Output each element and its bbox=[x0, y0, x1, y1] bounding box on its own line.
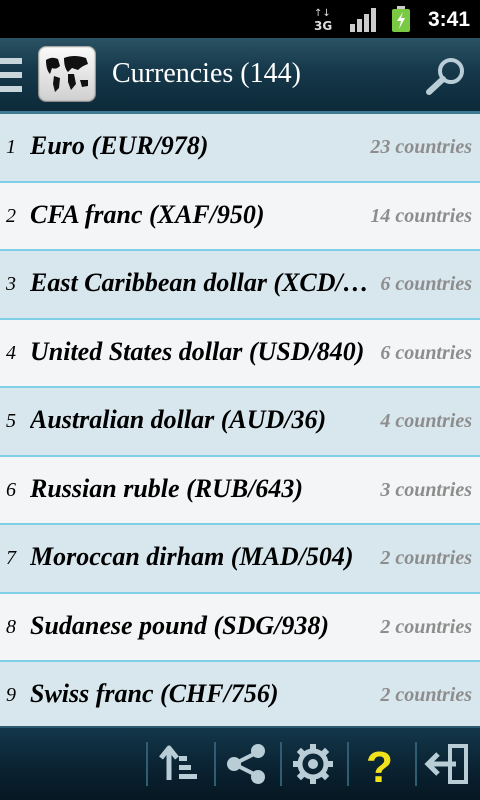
country-count: 2 countries bbox=[380, 615, 472, 638]
list-item[interactable]: 9 Swiss franc (CHF/756) 2 countries bbox=[0, 662, 480, 726]
exit-icon[interactable] bbox=[424, 740, 472, 788]
item-index: 4 bbox=[6, 341, 16, 364]
signal-icon bbox=[350, 8, 378, 32]
country-count: 2 countries bbox=[380, 547, 472, 569]
item-index: 6 bbox=[6, 478, 16, 501]
list-item[interactable]: 3 East Caribbean dollar (XCD/951) 6 coun… bbox=[0, 251, 480, 320]
currency-name: Australian dollar (AUD/36) bbox=[30, 405, 327, 434]
divider bbox=[415, 742, 417, 786]
divider bbox=[146, 742, 148, 786]
country-count: 14 countries bbox=[370, 204, 472, 227]
list-item[interactable]: 1 Euro (EUR/978) 23 countries bbox=[0, 114, 480, 183]
status-bar: ↑↓ 3G 3:41 bbox=[0, 0, 480, 38]
menu-icon[interactable] bbox=[0, 54, 24, 96]
list-item[interactable]: 5 Australian dollar (AUD/36) 4 countries bbox=[0, 388, 480, 457]
settings-gear-icon[interactable] bbox=[289, 740, 337, 788]
currency-name: Sudanese pound (SDG/938) bbox=[30, 610, 330, 640]
list-item[interactable]: 8 Sudanese pound (SDG/938) 2 countries bbox=[0, 593, 480, 662]
divider bbox=[214, 742, 216, 786]
currency-name: CFA franc (XAF/950) bbox=[30, 199, 265, 229]
country-count: 6 countries bbox=[380, 341, 472, 364]
currency-name: Euro (EUR/978) bbox=[30, 131, 209, 160]
divider bbox=[280, 742, 282, 786]
svg-text:3G: 3G bbox=[314, 19, 332, 32]
list-item[interactable]: 7 Moroccan dirham (MAD/504) 2 countries bbox=[0, 525, 480, 594]
item-index: 5 bbox=[6, 410, 16, 432]
svg-text:↑↓: ↑↓ bbox=[314, 8, 331, 19]
item-index: 3 bbox=[6, 273, 16, 295]
currency-name: East Caribbean dollar (XCD/951) bbox=[30, 268, 370, 297]
list-item[interactable]: 6 Russian ruble (RUB/643) 3 countries bbox=[0, 456, 480, 525]
help-icon[interactable]: ? bbox=[356, 740, 404, 792]
currency-list: 1 Euro (EUR/978) 23 countries 2 CFA fran… bbox=[0, 114, 480, 726]
page-title: Currencies (144) bbox=[112, 58, 301, 89]
world-map-logo-icon bbox=[38, 46, 96, 102]
item-index: 7 bbox=[6, 547, 16, 569]
share-icon[interactable] bbox=[222, 740, 270, 788]
item-index: 1 bbox=[6, 136, 16, 158]
app-header: Currencies (144) bbox=[0, 38, 480, 114]
country-count: 6 countries bbox=[380, 273, 472, 295]
country-count: 4 countries bbox=[380, 410, 472, 432]
list-item[interactable]: 4 United States dollar (USD/840) 6 count… bbox=[0, 319, 480, 388]
search-icon[interactable] bbox=[425, 56, 467, 96]
sort-icon[interactable] bbox=[155, 740, 203, 788]
currency-name: Swiss franc (CHF/756) bbox=[30, 679, 279, 708]
currency-name: Moroccan dirham (MAD/504) bbox=[30, 542, 354, 571]
country-count: 23 countries bbox=[370, 136, 472, 158]
svg-text:?: ? bbox=[366, 743, 393, 788]
country-count: 2 countries bbox=[380, 684, 472, 706]
currency-name: Russian ruble (RUB/643) bbox=[30, 473, 304, 503]
divider bbox=[347, 742, 349, 786]
bottom-action-bar: ? bbox=[0, 726, 480, 800]
list-item[interactable]: 2 CFA franc (XAF/950) 14 countries bbox=[0, 182, 480, 251]
country-count: 3 countries bbox=[380, 478, 472, 501]
item-index: 8 bbox=[6, 615, 16, 638]
network-3g-icon: ↑↓ 3G bbox=[314, 6, 336, 33]
currency-name: United States dollar (USD/840) bbox=[30, 336, 365, 366]
clock: 3:41 bbox=[427, 8, 470, 31]
item-index: 9 bbox=[6, 684, 16, 706]
battery-charging-icon bbox=[390, 6, 412, 32]
item-index: 2 bbox=[6, 204, 16, 227]
